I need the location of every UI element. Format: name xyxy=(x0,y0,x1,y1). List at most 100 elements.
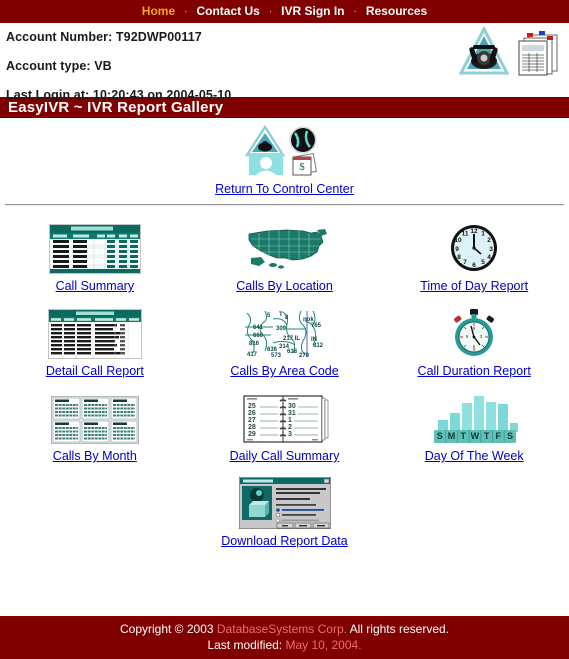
clock-thumb: 12 1 2 345 678 9 10 11 xyxy=(379,222,569,274)
gallery-item-time-of-day-report[interactable]: 12 1 2 345 678 9 10 11 Time of Day Report xyxy=(379,210,569,295)
svg-text:12: 12 xyxy=(471,228,479,235)
svg-text:6: 6 xyxy=(472,262,476,269)
usa-map-thumb xyxy=(190,222,380,274)
bar-chart-week-thumb: SMT WTF S xyxy=(379,392,569,444)
svg-text:28: 28 xyxy=(248,424,256,431)
footer-modified-prefix: Last modified: xyxy=(207,638,286,652)
top-navigation-bar: Home · Contact Us · IVR Sign In · Resour… xyxy=(0,0,569,23)
download-dialog-thumb xyxy=(0,477,569,529)
svg-text:31: 31 xyxy=(288,410,296,417)
svg-text:T: T xyxy=(484,431,490,441)
footer-company-name: DatabaseSystems Corp. xyxy=(216,622,347,636)
gallery-label-detail-call-report[interactable]: Detail Call Report xyxy=(46,364,144,378)
gallery-label-call-summary[interactable]: Call Summary xyxy=(56,279,135,293)
gallery-item-download-report-data[interactable]: Download Report Data xyxy=(0,465,569,550)
svg-text:417: 417 xyxy=(247,352,258,358)
nav-link-home[interactable]: Home xyxy=(133,0,184,23)
nav-link-contact-us[interactable]: Contact Us xyxy=(187,0,268,23)
person-icon xyxy=(248,153,283,175)
svg-text:M: M xyxy=(448,431,456,441)
svg-text:217 IL: 217 IL xyxy=(283,336,300,342)
svg-text:618: 618 xyxy=(287,349,298,355)
svg-text:1: 1 xyxy=(288,417,292,424)
svg-text:$: $ xyxy=(299,161,305,173)
weekday-blocks: SMT WTF S xyxy=(434,430,517,443)
footer-copyright-line: Copyright © 2003 DatabaseSystems Corp. A… xyxy=(0,621,569,637)
gallery-label-daily-call-summary[interactable]: Daily Call Summary xyxy=(230,449,340,463)
calendar-months-thumb xyxy=(0,392,190,444)
svg-text:812: 812 xyxy=(313,343,324,349)
money-cards-icon: $ xyxy=(292,152,317,176)
footer-copyright-prefix: Copyright © 2003 xyxy=(119,622,217,636)
control-center-icon-group: $ xyxy=(244,125,325,177)
svg-text:270: 270 xyxy=(299,353,310,359)
gallery-label-call-duration-report[interactable]: Call Duration Report xyxy=(418,364,531,378)
report-gallery: Call Summary Calls By Location 12 1 2 3 … xyxy=(0,206,569,550)
svg-text:T: T xyxy=(461,431,467,441)
gallery-row: Detail Call Report 5 T 8 641 660 816 309… xyxy=(0,295,569,380)
gallery-item-call-summary[interactable]: Call Summary xyxy=(0,210,190,295)
gallery-item-call-duration-report[interactable]: 9369 Call Duration Report xyxy=(379,295,569,380)
footer-modified-date: May 10, 2004. xyxy=(285,638,362,652)
detail-call-table-thumb xyxy=(0,307,190,359)
svg-text:816: 816 xyxy=(249,341,260,347)
svg-text:27: 27 xyxy=(248,417,256,424)
gallery-row: Download Report Data xyxy=(0,465,569,550)
svg-text:7: 7 xyxy=(463,259,467,266)
footer-copyright-suffix: All rights reserved. xyxy=(346,622,449,636)
header-icon-group xyxy=(459,25,563,81)
gallery-item-detail-call-report[interactable]: Detail Call Report xyxy=(0,295,190,380)
account-header: Account Number: T92DWP00117 Account type… xyxy=(0,23,569,102)
svg-text:S: S xyxy=(437,431,443,441)
svg-text:2: 2 xyxy=(288,424,292,431)
svg-text:9: 9 xyxy=(455,246,459,253)
gallery-item-daily-call-summary[interactable]: 25 26 27 28 29 30 31 1 23 Daily Call Sum… xyxy=(190,380,380,465)
report-papers-icon xyxy=(518,31,558,76)
week-bars xyxy=(438,396,519,432)
svg-text:641: 641 xyxy=(253,325,264,331)
svg-text:26: 26 xyxy=(248,410,256,417)
svg-text:765: 765 xyxy=(311,323,322,329)
gallery-item-calls-by-area-code[interactable]: 5T8 641 660 816 309 217 IL 314 618 636 417 57… xyxy=(190,295,380,380)
svg-text:25: 25 xyxy=(248,403,256,410)
gallery-label-download-report-data[interactable]: Download Report Data xyxy=(221,534,347,548)
svg-text:S: S xyxy=(507,431,513,441)
stopwatch-thumb: 9369 xyxy=(379,307,569,359)
last-login-line: Last Login at: 10:20:43 on 2004-05-10 xyxy=(6,88,232,102)
svg-text:573: 573 xyxy=(271,353,282,359)
gallery-item-calls-by-location[interactable]: Calls By Location xyxy=(190,210,380,295)
svg-text:309: 309 xyxy=(276,326,287,332)
svg-text:3: 3 xyxy=(288,431,292,438)
svg-text:T: T xyxy=(279,312,283,318)
svg-text:8: 8 xyxy=(457,254,461,261)
svg-text:30: 30 xyxy=(288,403,296,410)
svg-text:5: 5 xyxy=(481,259,485,266)
gallery-label-calls-by-area-code[interactable]: Calls By Area Code xyxy=(230,364,338,378)
gallery-label-calls-by-month[interactable]: Calls By Month xyxy=(53,449,137,463)
gallery-item-calls-by-month[interactable]: Calls By Month xyxy=(0,380,190,465)
globe-icon xyxy=(289,126,316,154)
nav-link-ivr-sign-in[interactable]: IVR Sign In xyxy=(272,0,353,23)
svg-text:10: 10 xyxy=(455,237,463,244)
area-code-map-thumb: 5T8 641 660 816 309 217 IL 314 618 636 417 57… xyxy=(190,307,380,359)
call-summary-table-thumb xyxy=(0,222,190,274)
svg-text:660: 660 xyxy=(253,333,264,339)
page-footer: Copyright © 2003 DatabaseSystems Corp. A… xyxy=(0,616,569,659)
gallery-label-time-of-day-report[interactable]: Time of Day Report xyxy=(420,279,528,293)
return-to-control-center-link[interactable]: Return To Control Center xyxy=(215,182,354,196)
gallery-row: Call Summary Calls By Location 12 1 2 3 … xyxy=(0,210,569,295)
svg-text:W: W xyxy=(471,431,480,441)
footer-modified-line: Last modified: May 10, 2004. xyxy=(0,637,569,653)
svg-text:4: 4 xyxy=(487,254,491,261)
control-center-icon xyxy=(244,125,285,157)
svg-text:1: 1 xyxy=(481,231,485,238)
svg-text:3: 3 xyxy=(489,246,493,253)
svg-text:2: 2 xyxy=(487,237,491,244)
planner-book-thumb: 25 26 27 28 29 30 31 1 23 xyxy=(190,392,380,444)
telephone-icon xyxy=(459,25,510,75)
gallery-label-day-of-the-week[interactable]: Day Of The Week xyxy=(425,449,524,463)
nav-link-resources[interactable]: Resources xyxy=(357,0,436,23)
gallery-row: Calls By Month 25 26 27 28 29 30 31 1 2 … xyxy=(0,380,569,465)
gallery-label-calls-by-location[interactable]: Calls By Location xyxy=(236,279,333,293)
gallery-item-day-of-the-week[interactable]: SMT WTF S Day Of The Week xyxy=(379,380,569,465)
